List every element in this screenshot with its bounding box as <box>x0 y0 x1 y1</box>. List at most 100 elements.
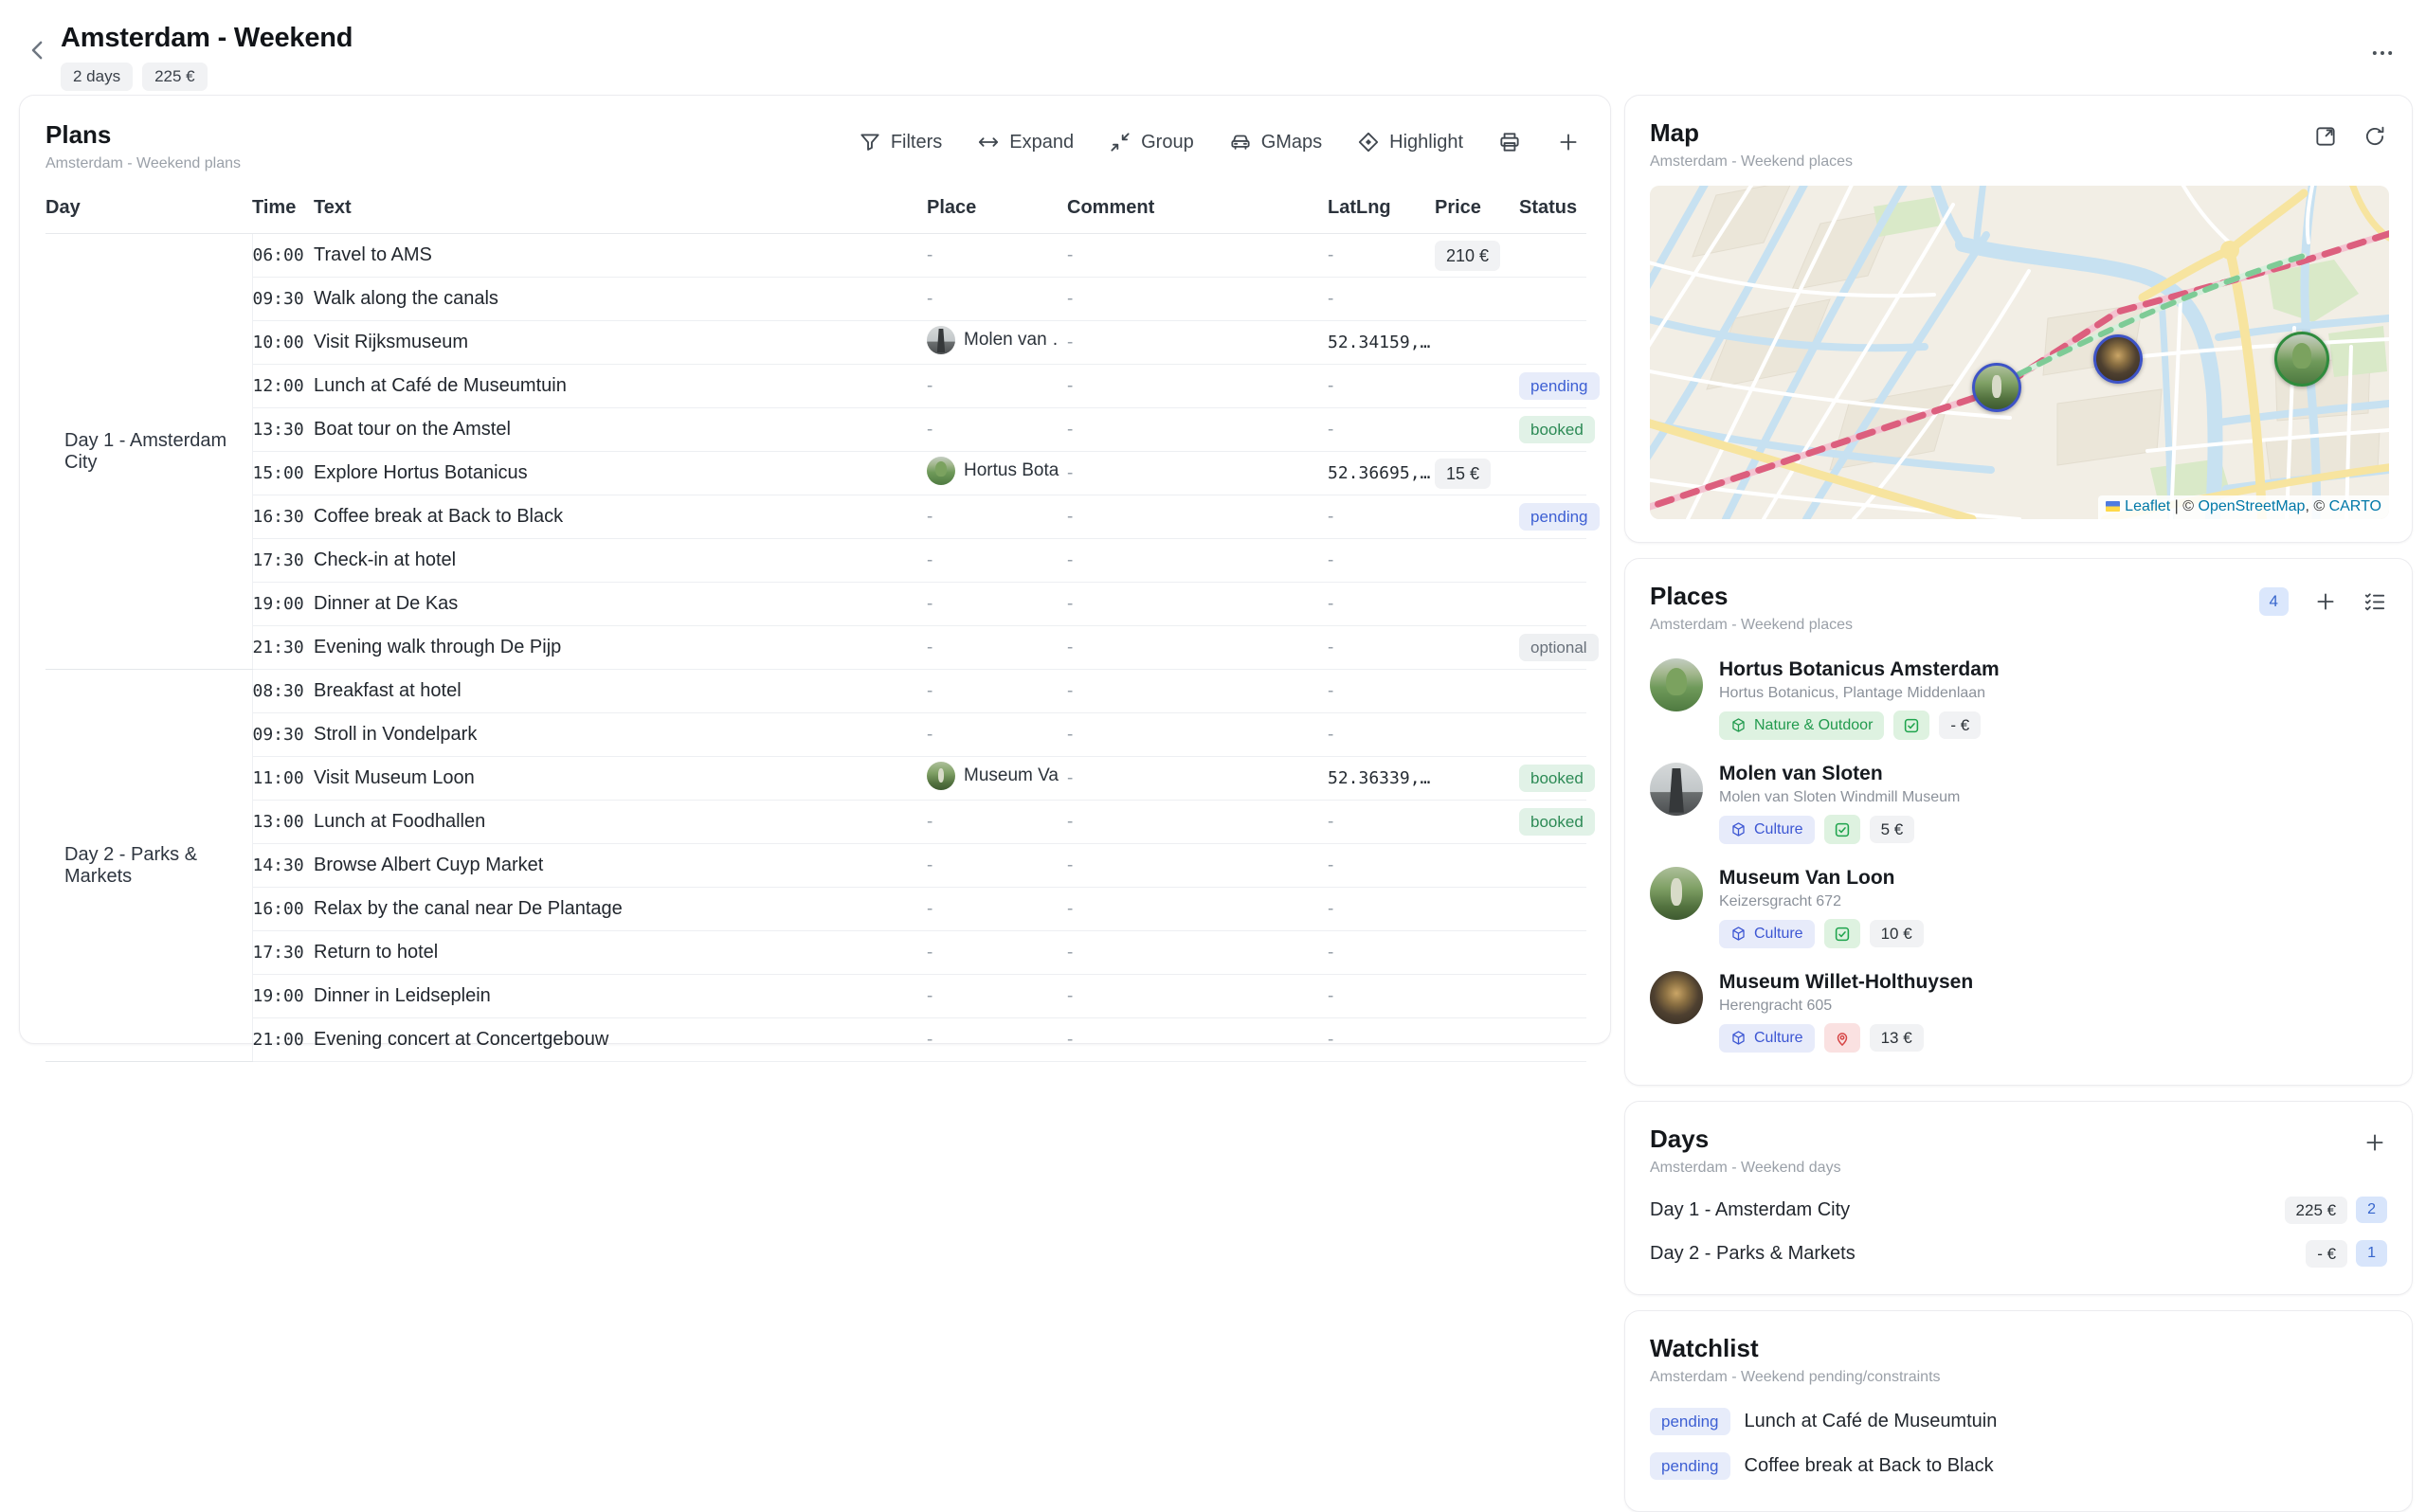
plan-status-cell <box>1519 670 1586 713</box>
carto-link[interactable]: CARTO <box>2329 498 2381 514</box>
gmaps-button[interactable]: GMaps <box>1228 130 1322 154</box>
plan-place-cell: - <box>927 365 1067 408</box>
top-bar: Amsterdam - Weekend 2 days 225 € <box>0 0 2426 95</box>
plan-price-cell <box>1435 844 1519 888</box>
table-row[interactable]: 17:30 Check-in at hotel - - - <box>45 539 1586 583</box>
plan-status-cell <box>1519 452 1586 495</box>
more-menu-button[interactable] <box>2362 38 2403 70</box>
plan-price-cell <box>1435 1018 1519 1062</box>
duration-chip: 2 days <box>61 63 133 91</box>
col-status: Status <box>1519 184 1586 234</box>
filters-button[interactable]: Filters <box>858 130 942 154</box>
plan-status-cell: booked <box>1519 408 1586 452</box>
group-button[interactable]: Group <box>1108 130 1194 154</box>
table-row[interactable]: 09:30 Walk along the canals - - - <box>45 278 1586 321</box>
place-list-item[interactable]: Hortus Botanicus Amsterdam Hortus Botani… <box>1650 647 2387 751</box>
add-day-button[interactable] <box>2363 1130 2387 1155</box>
plans-title: Plans <box>45 120 241 150</box>
pin-icon <box>1824 1023 1860 1053</box>
plan-comment-cell: - <box>1067 888 1328 931</box>
watchlist-item[interactable]: pending Coffee break at Back to Black <box>1650 1444 2387 1488</box>
map-refresh-button[interactable] <box>2363 124 2387 149</box>
col-place: Place <box>927 184 1067 234</box>
place-thumbnail <box>927 762 955 790</box>
print-button[interactable] <box>1497 130 1522 154</box>
places-checklist-button[interactable] <box>2363 589 2387 614</box>
table-row[interactable]: 21:30 Evening walk through De Pijp - - -… <box>45 626 1586 670</box>
plan-text-cell: Lunch at Foodhallen <box>314 801 927 844</box>
table-row[interactable]: 21:00 Evening concert at Concertgebouw -… <box>45 1018 1586 1062</box>
place-list-item[interactable]: Museum Willet-Holthuysen Herengracht 605… <box>1650 960 2387 1064</box>
watchlist-items: pending Lunch at Café de Museumtuin pend… <box>1625 1386 2412 1511</box>
table-row[interactable]: 15:00 Explore Hortus Botanicus Hortus Bo… <box>45 452 1586 495</box>
plan-status-cell <box>1519 539 1586 583</box>
table-row[interactable]: 13:00 Lunch at Foodhallen - - - booked <box>45 801 1586 844</box>
map-title: Map <box>1650 118 1853 148</box>
map-marker-hortus-botanicus[interactable] <box>2274 332 2329 387</box>
places-subtitle: Amsterdam - Weekend places <box>1650 617 1853 634</box>
plus-icon <box>1556 130 1581 154</box>
col-time: Time <box>252 184 314 234</box>
expand-button[interactable]: Expand <box>976 130 1074 154</box>
gmaps-label: GMaps <box>1261 132 1322 153</box>
plan-latlng-cell: - <box>1328 408 1435 452</box>
day-list-item[interactable]: Day 1 - Amsterdam City 225 € 2 <box>1650 1188 2387 1232</box>
plan-place-cell: Museum Va… <box>927 757 1067 801</box>
day-list-item[interactable]: Day 2 - Parks & Markets - € 1 <box>1650 1232 2387 1275</box>
map-fullscreen-button[interactable] <box>2313 124 2338 149</box>
map-marker-museum-willet-holthuysen[interactable] <box>2093 334 2143 384</box>
plan-time-cell: 19:00 <box>252 975 314 1018</box>
copyright-sign-2: , © <box>2305 498 2328 514</box>
place-name: Molen van … <box>964 330 1059 351</box>
plan-price-cell <box>1435 583 1519 626</box>
cube-icon <box>1730 1030 1747 1046</box>
map-canvas[interactable]: Leaflet | © OpenStreetMap, © CARTO <box>1650 186 2389 519</box>
plan-status-cell: booked <box>1519 757 1586 801</box>
highlight-button[interactable]: Highlight <box>1356 130 1463 154</box>
plan-price-cell <box>1435 626 1519 670</box>
right-column: Map Amsterdam - Weekend places <box>1624 95 2413 1512</box>
category-label: Nature & Outdoor <box>1754 717 1873 734</box>
plan-place-cell: - <box>927 234 1067 278</box>
category-label: Culture <box>1754 821 1803 838</box>
table-row[interactable]: 10:00 Visit Rijksmuseum Molen van … - 52… <box>45 321 1586 365</box>
table-row[interactable]: 09:30 Stroll in Vondelpark - - - <box>45 713 1586 757</box>
place-photo <box>1650 658 1703 711</box>
list-checks-icon <box>2363 589 2387 614</box>
table-row[interactable]: 19:00 Dinner in Leidseplein - - - <box>45 975 1586 1018</box>
plan-text-cell: Relax by the canal near De Plantage <box>314 888 927 931</box>
table-row[interactable]: Day 1 - Amsterdam City 06:00 Travel to A… <box>45 234 1586 278</box>
table-row[interactable]: 11:00 Visit Museum Loon Museum Va… - 52.… <box>45 757 1586 801</box>
add-place-button[interactable] <box>2313 589 2338 614</box>
plan-text-cell: Return to hotel <box>314 931 927 975</box>
plan-text-cell: Lunch at Café de Museumtuin <box>314 365 927 408</box>
plan-time-cell: 17:30 <box>252 539 314 583</box>
table-row[interactable]: 12:00 Lunch at Café de Museumtuin - - - … <box>45 365 1586 408</box>
col-text: Text <box>314 184 927 234</box>
table-row[interactable]: 13:30 Boat tour on the Amstel - - - book… <box>45 408 1586 452</box>
back-button[interactable] <box>21 34 55 68</box>
leaflet-link[interactable]: Leaflet <box>2125 498 2170 514</box>
watchlist-panel: Watchlist Amsterdam - Weekend pending/co… <box>1624 1310 2413 1512</box>
table-row[interactable]: 16:30 Coffee break at Back to Black - - … <box>45 495 1586 539</box>
place-list-item[interactable]: Molen van Sloten Molen van Sloten Windmi… <box>1650 751 2387 855</box>
watch-text: Coffee break at Back to Black <box>1745 1455 1994 1477</box>
table-row[interactable]: 16:00 Relax by the canal near De Plantag… <box>45 888 1586 931</box>
place-price-chip: - € <box>1939 711 1981 739</box>
osm-link[interactable]: OpenStreetMap <box>2199 498 2306 514</box>
place-name: Hortus Botanicus Amsterdam <box>1719 658 2000 681</box>
add-plan-button[interactable] <box>1556 130 1581 154</box>
table-row[interactable]: 17:30 Return to hotel - - - <box>45 931 1586 975</box>
table-row[interactable]: 14:30 Browse Albert Cuyp Market - - - <box>45 844 1586 888</box>
place-thumbnail <box>927 457 955 485</box>
status-badge: booked <box>1519 765 1595 792</box>
map-marker-museum-van-loon[interactable] <box>1972 363 2021 412</box>
table-row[interactable]: 19:00 Dinner at De Kas - - - <box>45 583 1586 626</box>
place-list-item[interactable]: Museum Van Loon Keizersgracht 672 Cultur… <box>1650 855 2387 960</box>
car-icon <box>1228 130 1253 154</box>
highlight-label: Highlight <box>1389 132 1463 153</box>
place-name: Museum Va… <box>964 765 1059 786</box>
table-row[interactable]: Day 2 - Parks & Markets 08:30 Breakfast … <box>45 670 1586 713</box>
watchlist-item[interactable]: pending Lunch at Café de Museumtuin <box>1650 1399 2387 1444</box>
plan-place-cell: - <box>927 408 1067 452</box>
